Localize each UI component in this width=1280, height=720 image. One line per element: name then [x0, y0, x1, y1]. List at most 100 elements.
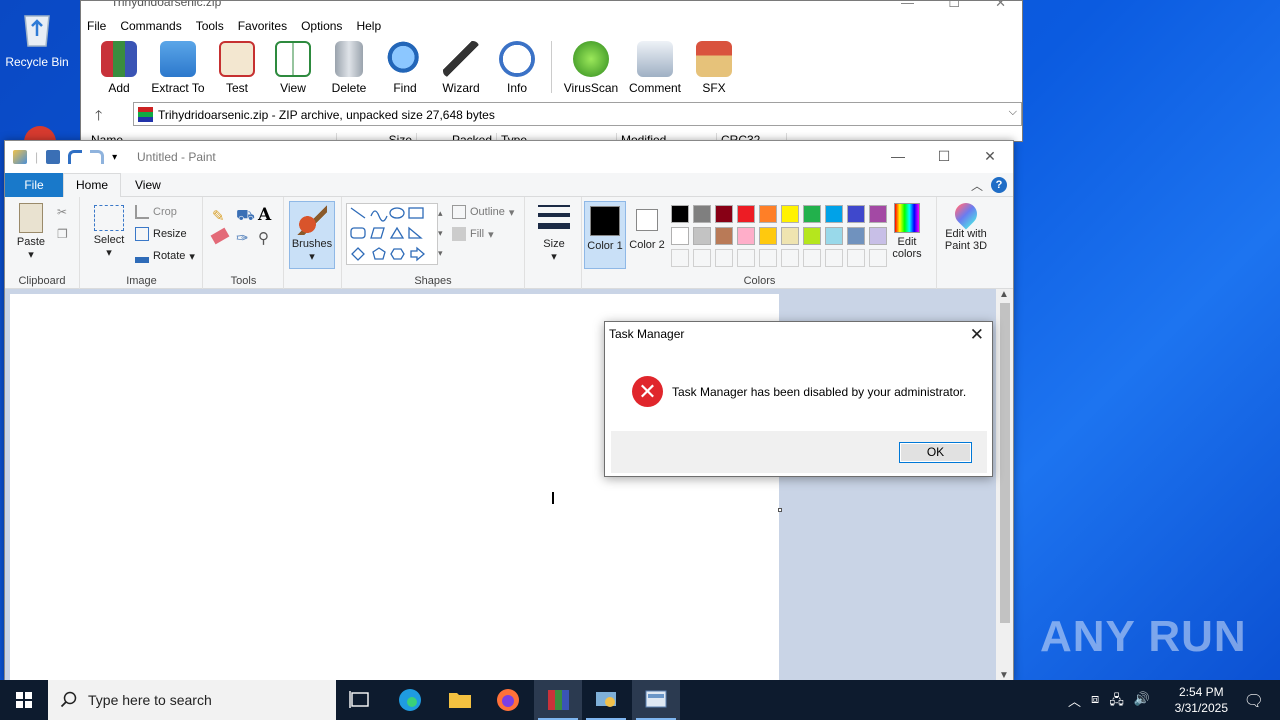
- paste-button[interactable]: Paste ▾: [13, 203, 49, 261]
- text-icon[interactable]: A: [258, 205, 271, 225]
- rotate-button[interactable]: Rotate ▾: [135, 249, 195, 263]
- taskbar-clock[interactable]: 2:54 PM 3/31/2025: [1175, 684, 1228, 716]
- canvas-resize-handle[interactable]: [778, 508, 782, 512]
- size-button[interactable]: Size ▾: [534, 205, 574, 263]
- ok-button[interactable]: OK: [899, 442, 972, 463]
- shapes-gallery[interactable]: [346, 203, 438, 265]
- customize-qat-icon[interactable]: ▾: [112, 152, 117, 163]
- palette-swatch[interactable]: [803, 227, 821, 245]
- palette-swatch-empty[interactable]: [781, 249, 799, 267]
- notification-icon[interactable]: 🗨: [1244, 691, 1264, 711]
- palette-swatch[interactable]: [847, 227, 865, 245]
- palette-swatch-empty[interactable]: [671, 249, 689, 267]
- wizard-button[interactable]: Wizard: [433, 41, 489, 95]
- menu-options[interactable]: Options: [301, 19, 350, 33]
- info-button[interactable]: Info: [489, 41, 545, 95]
- close-icon[interactable]: ✕: [995, 1, 1006, 11]
- color-picker-icon[interactable]: ✑: [236, 229, 249, 247]
- taskbar-paint[interactable]: [632, 680, 680, 720]
- brushes-button[interactable]: Brushes ▾: [289, 201, 335, 269]
- tab-file[interactable]: File: [5, 173, 63, 197]
- palette-swatch-empty[interactable]: [759, 249, 777, 267]
- palette-swatch[interactable]: [693, 227, 711, 245]
- palette-swatch[interactable]: [869, 205, 887, 223]
- menu-commands[interactable]: Commands: [120, 19, 189, 33]
- palette-swatch[interactable]: [693, 205, 711, 223]
- undo-icon[interactable]: [68, 150, 83, 164]
- close-icon[interactable]: ✕: [970, 325, 984, 345]
- sfx-button[interactable]: SFX: [686, 41, 742, 95]
- palette-swatch[interactable]: [825, 205, 843, 223]
- task-manager-dialog[interactable]: Task Manager ✕ ✕ Task Manager has been d…: [604, 321, 993, 477]
- view-button[interactable]: View: [265, 41, 321, 95]
- extract-to-button[interactable]: Extract To: [147, 41, 209, 95]
- comment-button[interactable]: Comment: [624, 41, 686, 95]
- taskbar-firefox[interactable]: [484, 680, 532, 720]
- desktop-app-icon[interactable]: [20, 116, 60, 142]
- copy-icon[interactable]: ❐: [57, 227, 68, 241]
- winrar-window[interactable]: Trihydridoarsenic.zip — ☐ ✕ File Command…: [80, 0, 1023, 142]
- palette-swatch[interactable]: [781, 227, 799, 245]
- palette-swatch-empty[interactable]: [869, 249, 887, 267]
- palette-swatch[interactable]: [737, 227, 755, 245]
- archive-path-box[interactable]: Trihydridoarsenic.zip - ZIP archive, unp…: [133, 102, 1022, 126]
- palette-swatch[interactable]: [847, 205, 865, 223]
- fill-bucket-icon[interactable]: ⛟: [236, 207, 255, 226]
- taskbar-winrar[interactable]: [534, 680, 582, 720]
- volume-icon[interactable]: 🔊: [1134, 691, 1150, 713]
- taskbar-file-explorer[interactable]: [436, 680, 484, 720]
- tab-home[interactable]: Home: [63, 173, 121, 198]
- tab-view[interactable]: View: [135, 178, 161, 192]
- palette-swatch[interactable]: [671, 205, 689, 223]
- paint-app-icon[interactable]: [13, 150, 27, 164]
- desktop-icon-recycle-bin[interactable]: Recycle Bin: [4, 8, 70, 69]
- redo-icon[interactable]: [90, 150, 105, 164]
- fill-button[interactable]: Fill ▾: [452, 227, 494, 241]
- minimize-icon[interactable]: —: [901, 1, 914, 10]
- outline-button[interactable]: Outline ▾: [452, 205, 514, 219]
- palette-swatch-empty[interactable]: [803, 249, 821, 267]
- scrollbar-thumb[interactable]: [1000, 303, 1010, 623]
- palette-swatch-empty[interactable]: [737, 249, 755, 267]
- palette-swatch[interactable]: [803, 205, 821, 223]
- help-icon[interactable]: ?: [991, 177, 1007, 193]
- chevron-up-icon[interactable]: ︿: [1068, 691, 1081, 713]
- palette-swatch[interactable]: [737, 205, 755, 223]
- maximize-icon[interactable]: ☐: [921, 141, 967, 173]
- cut-icon[interactable]: ✂: [57, 205, 67, 219]
- start-button[interactable]: [0, 680, 48, 720]
- palette-swatch-empty[interactable]: [825, 249, 843, 267]
- maximize-icon[interactable]: ☐: [948, 1, 960, 11]
- palette-swatch-empty[interactable]: [693, 249, 711, 267]
- edit-colors-button[interactable]: Edit colors: [887, 203, 927, 260]
- shapes-scroll-arrows[interactable]: ▴ ▾ ▾: [438, 203, 443, 263]
- palette-swatch[interactable]: [715, 205, 733, 223]
- taskbar-search-box[interactable]: Type here to search: [48, 680, 336, 720]
- taskbar-control-panel[interactable]: [582, 680, 630, 720]
- select-button[interactable]: Select ▾: [87, 205, 131, 259]
- edit-with-paint3d-button[interactable]: Edit with Paint 3D: [940, 198, 992, 252]
- crop-button[interactable]: Crop: [135, 205, 177, 219]
- palette-swatch-empty[interactable]: [715, 249, 733, 267]
- scroll-up-icon[interactable]: ▲: [999, 289, 1009, 300]
- chevron-down-icon[interactable]: ⌵: [1009, 106, 1017, 119]
- resize-button[interactable]: Resize: [135, 227, 187, 241]
- save-icon[interactable]: [46, 150, 61, 164]
- network-device-icon[interactable]: ⧈: [1091, 691, 1099, 713]
- test-button[interactable]: Test: [209, 41, 265, 95]
- collapse-ribbon-icon[interactable]: ︿: [971, 177, 983, 194]
- minimize-icon[interactable]: —: [875, 141, 921, 173]
- up-arrow-icon[interactable]: 🡑: [95, 105, 102, 129]
- menu-file[interactable]: File: [87, 19, 114, 33]
- vertical-scrollbar[interactable]: ▲ ▼: [996, 289, 1013, 681]
- menu-tools[interactable]: Tools: [196, 19, 232, 33]
- taskbar-edge[interactable]: [386, 680, 434, 720]
- palette-swatch[interactable]: [759, 227, 777, 245]
- palette-swatch[interactable]: [671, 227, 689, 245]
- pencil-icon[interactable]: ✎: [212, 207, 225, 225]
- menu-favorites[interactable]: Favorites: [238, 19, 295, 33]
- palette-swatch[interactable]: [869, 227, 887, 245]
- virusscan-button[interactable]: VirusScan: [558, 41, 624, 95]
- menu-help[interactable]: Help: [356, 19, 389, 33]
- eraser-icon[interactable]: [210, 227, 230, 245]
